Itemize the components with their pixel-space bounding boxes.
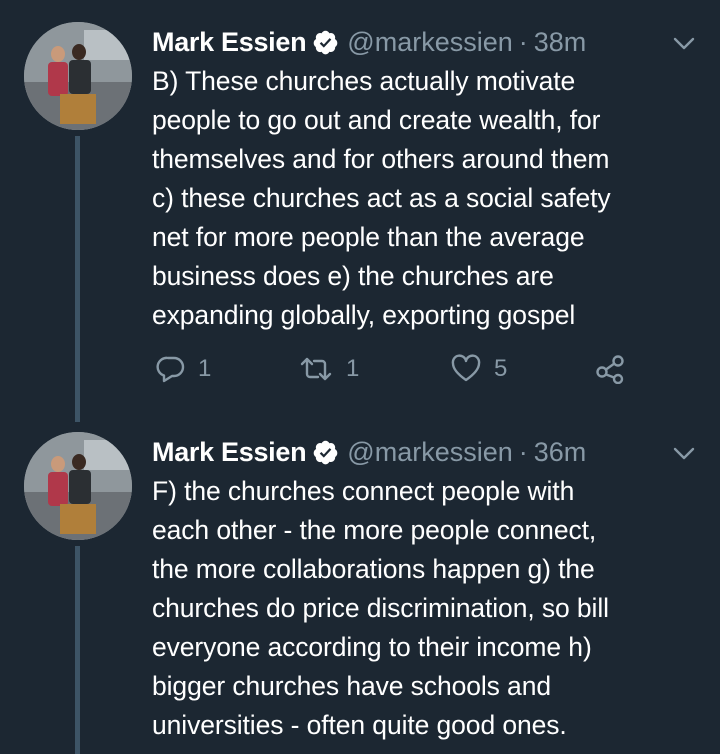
tweet-line: universities - often quite good ones.: [152, 710, 567, 740]
verified-badge-icon: [313, 440, 338, 464]
tweet-header: Mark Essien @markessien · 38m: [152, 22, 586, 62]
like-count: 5: [494, 355, 508, 382]
tweet-line: each other - the more people connect,: [152, 515, 597, 545]
share-button[interactable]: [594, 349, 626, 389]
tweet-line: B) These churches actually motivate: [152, 66, 576, 96]
like-icon: [451, 354, 481, 382]
tweet-line: net for more people than the average: [152, 222, 585, 252]
retweet-icon: [300, 357, 332, 381]
tweet-line: people to go out and create wealth, for: [152, 105, 601, 135]
reply-button[interactable]: 1: [156, 349, 211, 389]
retweet-button[interactable]: 1: [298, 349, 359, 389]
share-icon: [596, 355, 624, 384]
tweet-2[interactable]: Mark Essien @markessien · 36m F) the chu…: [0, 432, 720, 754]
tweet-line: bigger churches have schools and: [152, 671, 551, 701]
tweet-text: B) These churches actually motivate peop…: [152, 62, 697, 335]
tweet-line: the more collaborations happen g) the: [152, 554, 595, 584]
avatar[interactable]: [24, 22, 132, 130]
tweet-line: themselves and for others around them: [152, 144, 610, 174]
author-handle[interactable]: @markessien: [347, 437, 512, 468]
like-button[interactable]: 5: [450, 349, 507, 389]
author-handle[interactable]: @markessien: [347, 27, 512, 58]
tweet-1[interactable]: Mark Essien @markessien · 38m B) These c…: [0, 22, 720, 422]
tweet-line: churches do price discrimination, so bil…: [152, 593, 609, 623]
thread-line: [75, 136, 80, 422]
tweet-line: F) the churches connect people with: [152, 476, 575, 506]
thread-line: [75, 546, 80, 754]
separator-dot: ·: [518, 436, 528, 467]
action-bar: 1 1 5: [152, 349, 652, 389]
chevron-down-icon[interactable]: [672, 34, 696, 54]
author-name[interactable]: Mark Essien: [152, 437, 307, 468]
timestamp[interactable]: 36m: [534, 437, 587, 468]
chevron-down-icon[interactable]: [672, 444, 696, 464]
tweet-header: Mark Essien @markessien · 36m: [152, 432, 586, 472]
verified-badge-icon: [313, 30, 338, 54]
separator-dot: ·: [518, 26, 528, 57]
tweet-line: expanding globally, exporting gospel: [152, 300, 576, 330]
avatar[interactable]: [24, 432, 132, 540]
tweet-text: F) the churches connect people with each…: [152, 472, 697, 745]
timestamp[interactable]: 38m: [534, 27, 587, 58]
reply-icon: [156, 356, 185, 383]
tweet-line: business does e) the churches are: [152, 261, 554, 291]
tweet-line: everyone according to their income h): [152, 632, 592, 662]
author-name[interactable]: Mark Essien: [152, 27, 307, 58]
reply-count: 1: [198, 355, 212, 382]
tweet-line: c) these churches act as a social safety: [152, 183, 611, 213]
retweet-count: 1: [346, 355, 360, 382]
